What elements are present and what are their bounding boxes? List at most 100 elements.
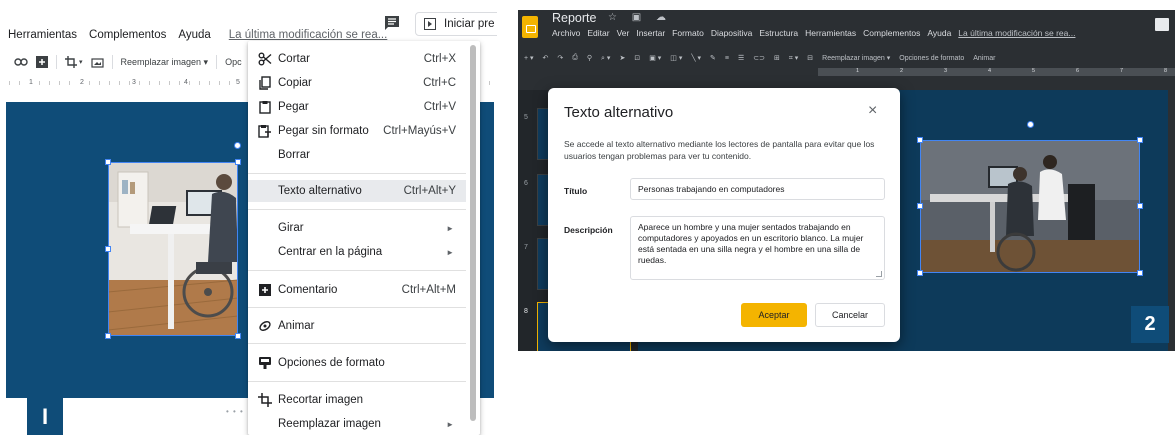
resize-handle-br[interactable] — [235, 333, 241, 339]
menu-item-label: Reemplazar imagen — [278, 418, 381, 430]
menu-item-cortar[interactable]: Cortar Ctrl+X — [248, 48, 466, 70]
resize-handle-tr[interactable] — [235, 159, 241, 165]
resize-handle-br[interactable] — [1137, 270, 1143, 276]
menu-item-opciones-formato[interactable]: Opciones de formato — [248, 352, 466, 374]
step-badge-1: I — [27, 398, 63, 435]
menu-item-girar[interactable]: Girar ► — [248, 217, 466, 239]
close-icon[interactable]: × — [868, 102, 877, 120]
submenu-arrow-icon: ► — [446, 419, 454, 429]
border-dash-icon[interactable]: ☰ — [738, 54, 744, 62]
menu-ayuda[interactable]: Ayuda — [927, 28, 951, 38]
present-button[interactable]: Iniciar pre — [415, 12, 497, 36]
rotate-handle[interactable] — [1027, 121, 1034, 128]
accept-button[interactable]: Aceptar — [741, 303, 807, 327]
menu-item-texto-alternativo[interactable]: Texto alternativo Ctrl+Alt+Y — [248, 180, 466, 202]
resize-handle-mr[interactable] — [1137, 203, 1143, 209]
description-field-label: Descripción — [564, 225, 613, 235]
image-icon[interactable]: ▣ ▾ — [649, 54, 661, 62]
last-modified-link[interactable]: La última modificación se rea... — [229, 29, 388, 41]
reset-image-icon[interactable]: ⊟ — [807, 54, 813, 62]
menu-formato[interactable]: Formato — [672, 28, 704, 38]
menu-item-reemplazar[interactable]: Reemplazar imagen ► — [248, 413, 466, 435]
menu-item-shortcut: Ctrl+Mayús+V — [383, 125, 456, 137]
star-folder-cloud-icons[interactable]: ☆ ▣ ☁ — [608, 12, 672, 23]
document-title[interactable]: Reporte — [552, 11, 596, 25]
resize-handle-bl[interactable] — [105, 333, 111, 339]
textbox-icon[interactable]: ⊡ — [634, 54, 640, 62]
menu-ayuda[interactable]: Ayuda — [178, 29, 210, 41]
title-field-label: Título — [564, 186, 588, 196]
undo-icon[interactable]: ↶ — [543, 54, 549, 62]
menu-item-shortcut: Ctrl+X — [423, 53, 456, 65]
resize-handle-ml[interactable] — [917, 203, 923, 209]
menu-complementos[interactable]: Complementos — [89, 29, 166, 41]
rotate-handle[interactable] — [234, 142, 241, 149]
cancel-button[interactable]: Cancelar — [815, 303, 885, 327]
menu-item-centrar[interactable]: Centrar en la página ► — [248, 241, 466, 263]
resize-handle-bl[interactable] — [917, 270, 923, 276]
replace-image-button[interactable]: Reemplazar imagen ▾ — [121, 57, 209, 68]
menu-complementos[interactable]: Complementos — [863, 28, 920, 38]
border-color-icon[interactable]: ≡ — [725, 55, 729, 62]
add-comment-icon — [258, 283, 272, 297]
menu-diapositiva[interactable]: Diapositiva — [711, 28, 753, 38]
replace-image-button[interactable]: Reemplazar imagen ▾ — [822, 54, 890, 62]
redo-icon[interactable]: ↷ — [557, 54, 563, 62]
animate-button[interactable]: Animar — [973, 55, 995, 62]
format-options-button[interactable]: Opc — [225, 57, 242, 67]
pen-icon[interactable]: ✎ — [710, 54, 716, 62]
context-menu: Cortar Ctrl+X Copiar Ctrl+C Pegar Ctrl+V… — [248, 41, 480, 435]
comment-history-icon[interactable] — [1155, 18, 1169, 31]
comment-history-icon[interactable] — [384, 15, 400, 31]
line-icon[interactable]: ╲ ▾ — [691, 54, 701, 62]
menu-item-comentario[interactable]: Comentario Ctrl+Alt+M — [248, 279, 466, 301]
alt-text-dialog: Texto alternativo × Se accede al texto a… — [548, 88, 900, 342]
paint-format-icon[interactable]: ⚲ — [587, 54, 592, 62]
menu-item-label: Recortar imagen — [278, 394, 364, 406]
select-icon[interactable]: ➤ — [619, 54, 625, 62]
menu-insertar[interactable]: Insertar — [636, 28, 665, 38]
menu-item-borrar[interactable]: Borrar — [248, 144, 466, 166]
menu-item-pegar-sin-formato[interactable]: Pegar sin formato Ctrl+Mayús+V — [248, 120, 466, 142]
resize-handle-tr[interactable] — [1137, 137, 1143, 143]
link-icon[interactable] — [14, 57, 28, 67]
menu-item-label: Copiar — [278, 77, 312, 89]
zoom-icon[interactable]: ⌕ ▾ — [601, 54, 610, 63]
menu-ver[interactable]: Ver — [617, 28, 630, 38]
reset-image-icon[interactable] — [90, 56, 104, 68]
resize-handle-tl[interactable] — [917, 137, 923, 143]
submenu-arrow-icon: ► — [446, 223, 454, 233]
resize-grip-icon[interactable] — [876, 271, 882, 277]
menubar: Archivo Editar Ver Insertar Formato Diap… — [552, 28, 1075, 38]
menu-editar[interactable]: Editar — [587, 28, 609, 38]
menu-item-recortar[interactable]: Recortar imagen — [248, 389, 466, 411]
resize-handle-tl[interactable] — [105, 159, 111, 165]
alt-title-input[interactable]: Personas trabajando en computadores — [630, 178, 885, 200]
menu-item-copiar[interactable]: Copiar Ctrl+C — [248, 72, 466, 94]
new-slide-icon[interactable]: + ▾ — [524, 54, 534, 62]
link-icon[interactable]: ⊂⊃ — [753, 54, 765, 62]
paste-icon — [258, 100, 272, 114]
toolbar: + ▾ ↶ ↷ ⎙ ⚲ ⌕ ▾ ➤ ⊡ ▣ ▾ ◫ ▾ ╲ ▾ ✎ ≡ ☰ ⊂⊃… — [524, 51, 995, 65]
toolbar-divider — [56, 55, 57, 69]
menu-item-animar[interactable]: Animar — [248, 315, 466, 337]
animate-icon — [258, 319, 272, 333]
crop-icon[interactable]: ⌗ ▾ — [789, 54, 798, 63]
menu-estructura[interactable]: Estructura — [759, 28, 798, 38]
menu-item-label: Girar — [278, 222, 304, 234]
menu-herramientas[interactable]: Herramientas — [805, 28, 856, 38]
shape-icon[interactable]: ◫ ▾ — [670, 54, 682, 62]
alt-description-textarea[interactable]: Aparece un hombre y una mujer sentados t… — [630, 216, 885, 280]
resize-handle-ml[interactable] — [105, 246, 111, 252]
add-comment-icon[interactable] — [36, 56, 48, 68]
last-modified-link[interactable]: La última modificación se rea... — [958, 28, 1075, 38]
print-icon[interactable]: ⎙ — [572, 54, 578, 62]
menu-item-pegar[interactable]: Pegar Ctrl+V — [248, 96, 466, 118]
add-comment-icon[interactable]: ⊞ — [774, 54, 780, 62]
ruler-mark: 1 — [856, 68, 860, 74]
crop-icon[interactable]: ▾ — [65, 56, 83, 68]
menu-archivo[interactable]: Archivo — [552, 28, 580, 38]
menu-scrollbar[interactable] — [470, 45, 476, 421]
menu-herramientas[interactable]: Herramientas — [8, 29, 77, 41]
format-options-button[interactable]: Opciones de formato — [899, 55, 964, 62]
